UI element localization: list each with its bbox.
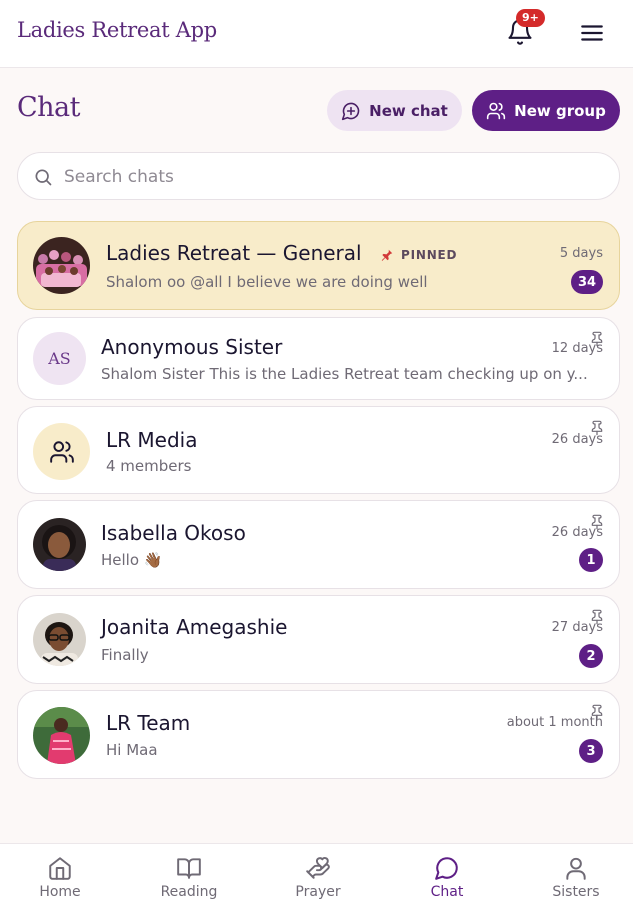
chat-name: Ladies Retreat — General xyxy=(106,241,362,265)
chat-time: 5 days xyxy=(559,246,603,261)
user-photo-avatar xyxy=(33,613,86,666)
nav-item-prayer[interactable]: Prayer xyxy=(255,844,381,911)
chat-preview: Shalom Sister This is the Ladies Retreat… xyxy=(101,365,588,383)
chat-preview: Shalom oo @all I believe we are doing we… xyxy=(106,273,428,291)
top-bar: Ladies Retreat App 9+ xyxy=(0,0,633,68)
chat-item-lr-media[interactable]: LR Media 4 members 26 days xyxy=(17,406,620,494)
users-icon xyxy=(49,440,74,463)
unread-badge: 3 xyxy=(579,739,603,763)
new-chat-button[interactable]: New chat xyxy=(327,90,462,131)
chat-item-isabella-okoso[interactable]: Isabella Okoso Hello 👋🏾 26 days 1 xyxy=(17,500,620,589)
nav-label: Home xyxy=(39,884,81,900)
home-icon xyxy=(49,857,71,880)
group-photo-avatar xyxy=(33,707,90,764)
page-title: Chat xyxy=(17,92,81,123)
person-icon xyxy=(566,857,586,880)
search-input[interactable] xyxy=(64,163,604,191)
new-group-button[interactable]: New group xyxy=(472,90,620,131)
nav-label: Reading xyxy=(160,884,218,900)
chat-name: Joanita Amegashie xyxy=(101,615,288,639)
praying-hands-icon xyxy=(306,857,330,879)
pin-outline-icon[interactable] xyxy=(589,419,605,437)
unread-badge: 1 xyxy=(579,548,603,572)
nav-item-chat[interactable]: Chat xyxy=(384,844,510,911)
chat-item-joanita-amegashie[interactable]: Joanita Amegashie Finally 27 days 2 xyxy=(17,595,620,684)
unread-badge: 2 xyxy=(579,644,603,668)
new-group-label: New group xyxy=(514,101,606,120)
chat-item-ladies-retreat-general[interactable]: Ladies Retreat — General PINNED Shalom o… xyxy=(17,221,620,310)
pin-outline-icon[interactable] xyxy=(589,513,605,531)
initials-avatar: AS xyxy=(33,332,86,385)
chat-preview: Hi Maa xyxy=(106,741,158,759)
hamburger-menu-icon[interactable] xyxy=(579,20,605,46)
pin-outline-icon[interactable] xyxy=(589,703,605,721)
notification-badge: 9+ xyxy=(516,9,545,27)
chat-preview: Finally xyxy=(101,646,149,664)
chat-bubble-icon xyxy=(435,857,458,880)
users-icon xyxy=(487,102,506,119)
chat-preview: 4 members xyxy=(106,457,192,475)
chat-item-anonymous-sister[interactable]: AS Anonymous Sister Shalom Sister This i… xyxy=(17,317,620,400)
bottom-navigation: Home Reading Prayer Chat Sisters xyxy=(0,843,633,911)
group-avatar xyxy=(33,423,90,480)
nav-item-home[interactable]: Home xyxy=(0,844,123,911)
pinned-tag: PINNED xyxy=(401,248,458,262)
nav-item-sisters[interactable]: Sisters xyxy=(513,844,633,911)
book-icon xyxy=(177,858,201,879)
pin-outline-icon[interactable] xyxy=(589,608,605,626)
chat-name: LR Media xyxy=(106,428,198,452)
nav-label: Chat xyxy=(430,884,464,900)
chat-item-lr-team[interactable]: LR Team Hi Maa about 1 month 3 xyxy=(17,690,620,779)
user-photo-avatar xyxy=(33,518,86,571)
nav-label: Sisters xyxy=(552,884,600,900)
group-photo-avatar xyxy=(33,237,90,294)
search-bar xyxy=(17,152,620,200)
pin-outline-icon[interactable] xyxy=(589,330,605,348)
nav-label: Prayer xyxy=(295,884,341,900)
chat-preview: Hello 👋🏾 xyxy=(101,551,163,569)
search-icon xyxy=(35,169,52,186)
message-plus-icon xyxy=(342,102,360,120)
unread-badge: 34 xyxy=(571,270,603,294)
nav-item-reading[interactable]: Reading xyxy=(126,844,252,911)
chat-name: Isabella Okoso xyxy=(101,521,246,545)
chat-name: LR Team xyxy=(106,711,191,735)
pushpin-icon xyxy=(381,249,393,261)
app-title: Ladies Retreat App xyxy=(17,18,217,42)
chat-name: Anonymous Sister xyxy=(101,335,283,359)
new-chat-label: New chat xyxy=(369,101,448,120)
